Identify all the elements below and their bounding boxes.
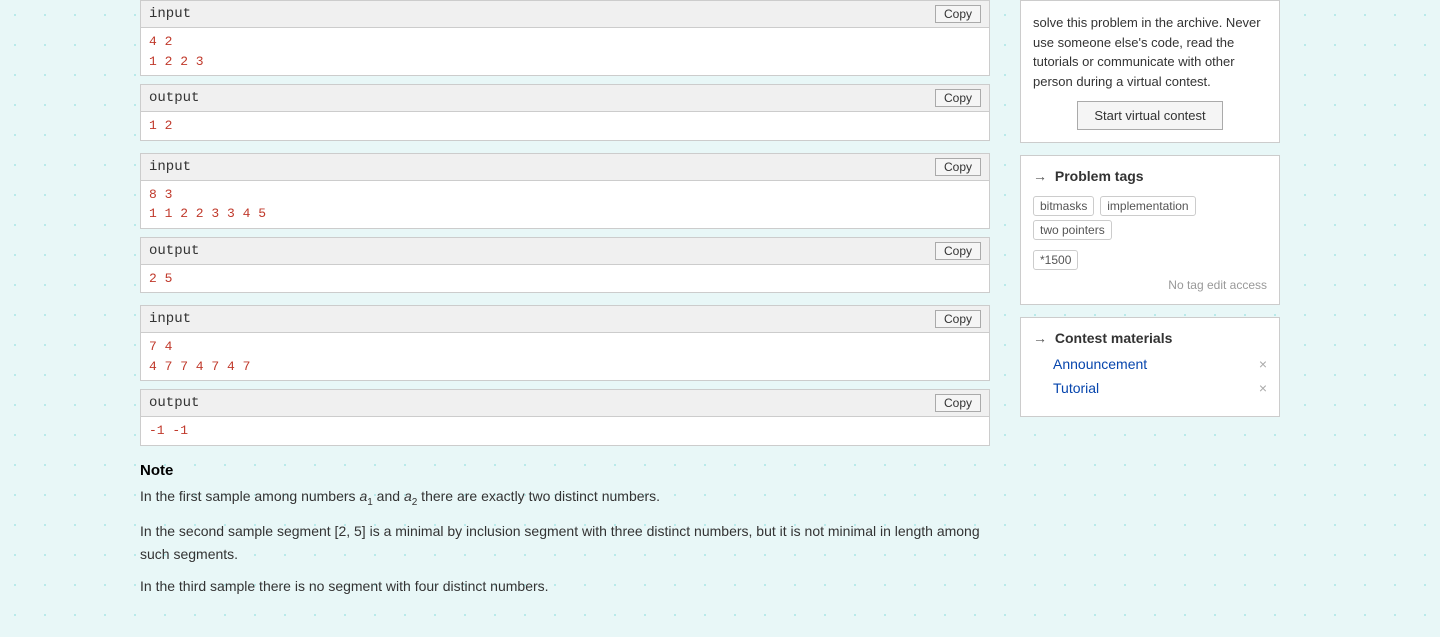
output-header-1: output Copy <box>141 85 989 112</box>
tag-implementation[interactable]: implementation <box>1100 196 1195 216</box>
virtual-contest-panel: solve this problem in the archive. Never… <box>1020 0 1280 143</box>
copy-button-1[interactable]: Copy <box>935 5 981 23</box>
sidebar: solve this problem in the archive. Never… <box>1010 0 1300 637</box>
list-item-announcement: Announcement × <box>1053 356 1267 372</box>
copy-button-3[interactable]: Copy <box>935 310 981 328</box>
io-block-3: input Copy 7 4 4 7 7 4 7 4 7 <box>140 305 990 381</box>
input-content-1: 4 2 1 2 2 3 <box>141 28 989 75</box>
input-header-1: input Copy <box>141 1 989 28</box>
input-label-2: input <box>149 159 191 175</box>
problem-tags-title: → Problem tags <box>1033 168 1267 184</box>
main-content: input Copy 4 2 1 2 2 3 output Copy 1 2 i… <box>0 0 1010 637</box>
output-header-3: output Copy <box>141 390 989 417</box>
output-content-2: 2 5 <box>141 265 989 293</box>
announcement-close-icon[interactable]: × <box>1259 356 1267 372</box>
output-content-3: -1 -1 <box>141 417 989 445</box>
tag-two-pointers[interactable]: two pointers <box>1033 220 1112 240</box>
note-paragraph-3: In the third sample there is no segment … <box>140 575 990 597</box>
note-paragraph-2: In the second sample segment [2, 5] is a… <box>140 520 990 565</box>
output-header-2: output Copy <box>141 238 989 265</box>
no-tag-edit-text: No tag edit access <box>1033 278 1267 292</box>
output-label-2: output <box>149 243 199 259</box>
output-label-3: output <box>149 395 199 411</box>
copy-button-2[interactable]: Copy <box>935 158 981 176</box>
output-content-1: 1 2 <box>141 112 989 140</box>
tag-bitmasks[interactable]: bitmasks <box>1033 196 1094 216</box>
arrow-icon: → <box>1033 168 1047 184</box>
problem-tags-label: Problem tags <box>1055 168 1144 184</box>
output-block-2: output Copy 2 5 <box>140 237 990 294</box>
virtual-contest-button[interactable]: Start virtual contest <box>1077 101 1222 130</box>
output-block-1: output Copy 1 2 <box>140 84 990 141</box>
output-label-1: output <box>149 90 199 106</box>
note-title: Note <box>140 462 990 479</box>
contest-materials-arrow-icon: → <box>1033 330 1047 346</box>
tutorial-close-icon[interactable]: × <box>1259 380 1267 396</box>
note-paragraph-1: In the first sample among numbers a1 and… <box>140 485 990 511</box>
input-header-3: input Copy <box>141 306 989 333</box>
contest-materials-title: → Contest materials <box>1033 330 1267 346</box>
input-content-2: 8 3 1 1 2 2 3 3 4 5 <box>141 181 989 228</box>
list-item-tutorial: Tutorial × <box>1053 380 1267 396</box>
tag-rating[interactable]: *1500 <box>1033 250 1078 270</box>
input-header-2: input Copy <box>141 154 989 181</box>
tags-container: bitmasks implementation two pointers <box>1033 194 1267 242</box>
input-label-3: input <box>149 311 191 327</box>
contest-materials-label: Contest materials <box>1055 330 1172 346</box>
copy-button-output-2[interactable]: Copy <box>935 242 981 260</box>
input-label-1: input <box>149 6 191 22</box>
input-content-3: 7 4 4 7 7 4 7 4 7 <box>141 333 989 380</box>
contest-materials-panel: → Contest materials Announcement × Tutor… <box>1020 317 1280 417</box>
copy-button-output-1[interactable]: Copy <box>935 89 981 107</box>
copy-button-output-3[interactable]: Copy <box>935 394 981 412</box>
io-block-1: input Copy 4 2 1 2 2 3 <box>140 0 990 76</box>
io-block-2: input Copy 8 3 1 1 2 2 3 3 4 5 <box>140 153 990 229</box>
output-block-3: output Copy -1 -1 <box>140 389 990 446</box>
note-section: Note In the first sample among numbers a… <box>140 462 990 618</box>
materials-list: Announcement × Tutorial × <box>1033 356 1267 396</box>
disclaimer-text: solve this problem in the archive. Never… <box>1033 13 1267 91</box>
tags-row-2: *1500 <box>1033 248 1267 272</box>
problem-tags-panel: → Problem tags bitmasks implementation t… <box>1020 155 1280 305</box>
tutorial-link[interactable]: Tutorial <box>1053 380 1099 396</box>
announcement-link[interactable]: Announcement <box>1053 356 1147 372</box>
